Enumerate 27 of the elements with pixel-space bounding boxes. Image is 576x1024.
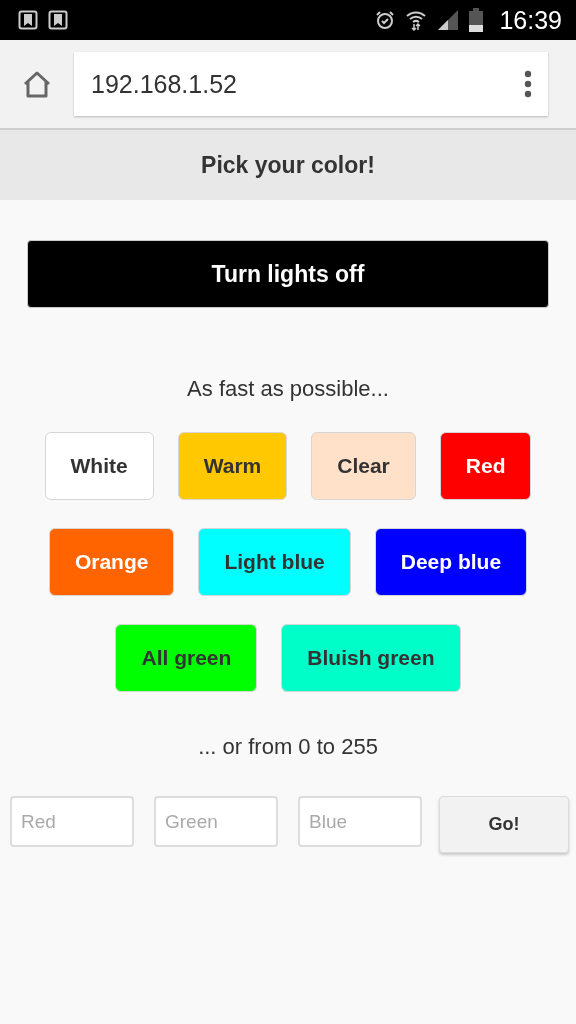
color-preset-button[interactable]: Light blue [198, 528, 351, 596]
color-preset-button[interactable]: White [44, 432, 154, 500]
address-bar[interactable]: 192.168.1.52 [74, 52, 548, 116]
presets-caption: As fast as possible... [187, 376, 389, 402]
signal-icon [437, 9, 460, 31]
bookmark-notification-icon [18, 10, 38, 30]
battery-icon [469, 8, 484, 32]
color-preset-button[interactable]: Clear [311, 432, 416, 500]
color-preset-button[interactable]: Red [439, 432, 532, 500]
color-value-field[interactable]: Red [10, 796, 134, 847]
range-caption: ... or from 0 to 255 [198, 734, 378, 760]
color-preset-button[interactable]: All green [115, 624, 258, 692]
bookmark-notification-icon [48, 10, 68, 30]
menu-icon[interactable] [524, 70, 532, 98]
page-title: Pick your color! [201, 151, 375, 179]
clock-time: 16:39 [499, 5, 562, 35]
url-text: 192.168.1.52 [91, 69, 238, 99]
color-preset-button[interactable]: Deep blue [374, 528, 528, 596]
go-button[interactable]: Go! [439, 796, 569, 853]
color-preset-button[interactable]: Bluish green [281, 624, 461, 692]
color-preset-button[interactable]: Warm [177, 432, 288, 500]
wifi-icon [405, 9, 428, 31]
alarm-icon [375, 10, 396, 30]
color-value-field[interactable]: Blue [298, 796, 422, 847]
home-icon[interactable] [22, 70, 52, 98]
color-value-field[interactable]: Green [154, 796, 278, 847]
lights-off-button[interactable]: Turn lights off [27, 240, 549, 308]
